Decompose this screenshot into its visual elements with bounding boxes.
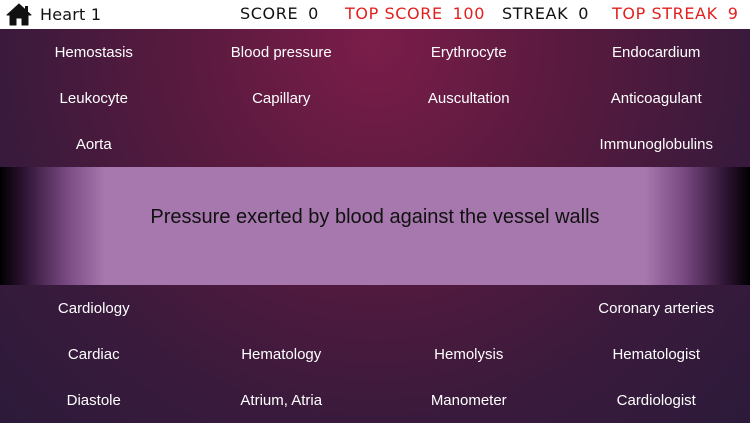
term-button[interactable]: Leukocyte bbox=[0, 75, 188, 121]
streak-value: 0 bbox=[578, 4, 589, 23]
term-button[interactable]: Immunoglobulins bbox=[563, 121, 750, 167]
top-bar: Heart 1 SCORE 0 TOP SCORE 100 STREAK 0 TOP … bbox=[0, 0, 750, 29]
term-button[interactable]: Hematology bbox=[188, 331, 376, 377]
term-button[interactable]: Blood pressure bbox=[188, 29, 376, 75]
term-button[interactable]: Erythrocyte bbox=[375, 29, 563, 75]
term-button[interactable]: Endocardium bbox=[563, 29, 750, 75]
top-streak-value: 9 bbox=[727, 4, 739, 23]
home-icon[interactable] bbox=[6, 3, 32, 26]
streak-display: STREAK 0 bbox=[502, 4, 589, 23]
term-button[interactable]: Hemolysis bbox=[375, 331, 563, 377]
term-button[interactable]: Cardiologist bbox=[563, 377, 750, 423]
empty-term-slot bbox=[188, 285, 376, 331]
term-button[interactable]: Auscultation bbox=[375, 75, 563, 121]
term-button[interactable]: Aorta bbox=[0, 121, 188, 167]
score-label: SCORE bbox=[240, 4, 299, 23]
top-streak-label: TOP STREAK bbox=[612, 4, 718, 23]
empty-term-slot bbox=[375, 285, 563, 331]
empty-term-slot bbox=[375, 121, 563, 167]
empty-term-slot bbox=[188, 121, 376, 167]
term-grid-bottom: Cardiology Coronary arteries Cardiac Hem… bbox=[0, 285, 750, 423]
term-button[interactable]: Cardiology bbox=[0, 285, 188, 331]
term-button[interactable]: Cardiac bbox=[0, 331, 188, 377]
term-button[interactable]: Capillary bbox=[188, 75, 376, 121]
score-value: 0 bbox=[308, 4, 319, 23]
score-display: SCORE 0 bbox=[240, 4, 319, 23]
term-button[interactable]: Coronary arteries bbox=[563, 285, 750, 331]
clue-text: Pressure exerted by blood against the ve… bbox=[150, 205, 600, 228]
term-button[interactable]: Manometer bbox=[375, 377, 563, 423]
term-button[interactable]: Anticoagulant bbox=[563, 75, 750, 121]
term-button[interactable]: Atrium, Atria bbox=[188, 377, 376, 423]
term-grid-top: Hemostasis Blood pressure Erythrocyte En… bbox=[0, 29, 750, 167]
term-button[interactable]: Hemostasis bbox=[0, 29, 188, 75]
level-title: Heart 1 bbox=[40, 5, 102, 24]
top-score-label: TOP SCORE bbox=[345, 4, 443, 23]
top-score-display: TOP SCORE 100 bbox=[345, 4, 485, 23]
top-streak-display: TOP STREAK 9 bbox=[612, 4, 738, 23]
clue-banner: Pressure exerted by blood against the ve… bbox=[0, 167, 750, 285]
top-score-value: 100 bbox=[452, 4, 485, 23]
streak-label: STREAK bbox=[502, 4, 569, 23]
term-button[interactable]: Hematologist bbox=[563, 331, 750, 377]
term-button[interactable]: Diastole bbox=[0, 377, 188, 423]
